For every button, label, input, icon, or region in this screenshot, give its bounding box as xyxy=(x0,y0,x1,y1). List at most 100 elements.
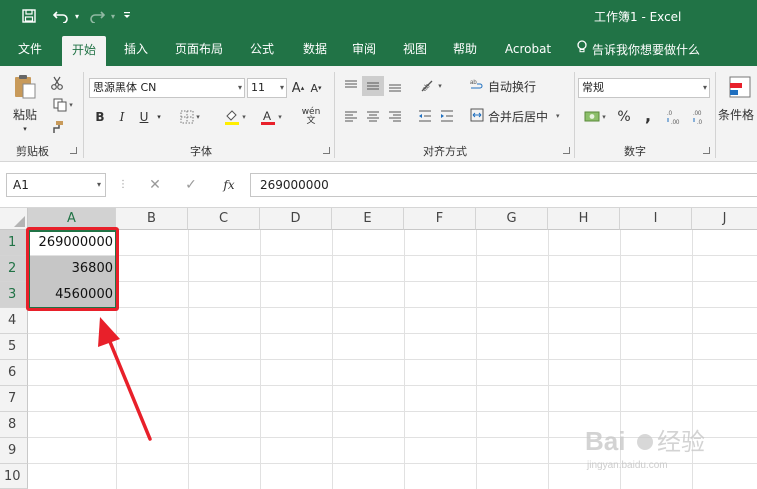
number-format-select[interactable]: 常规 ▾ xyxy=(578,78,710,98)
underline-dropdown-icon[interactable]: ▾ xyxy=(154,108,164,126)
phonetic-guide-button[interactable]: wén 文 xyxy=(298,106,324,128)
save-icon[interactable] xyxy=(18,6,40,26)
alignment-launcher-icon[interactable] xyxy=(563,147,570,154)
tell-me-label: 告诉我你想要做什么 xyxy=(592,42,701,57)
tab-insert[interactable]: 插入 xyxy=(114,33,158,66)
column-header-h[interactable]: H xyxy=(548,208,620,230)
wrap-text-label: 自动换行 xyxy=(488,79,537,94)
svg-text:ab: ab xyxy=(421,83,432,93)
column-header-c[interactable]: C xyxy=(188,208,260,230)
wrap-text-button[interactable]: ab 自动换行 xyxy=(470,76,542,96)
formula-input[interactable]: 269000000 xyxy=(250,173,757,197)
decrease-decimal-icon[interactable]: .00 .0 xyxy=(690,106,712,128)
increase-font-size-button[interactable]: A ▴ xyxy=(290,78,306,98)
row-header-5[interactable]: 5 xyxy=(0,334,28,360)
tell-me-search[interactable]: 告诉我你想要做什么 xyxy=(576,33,706,66)
svg-text:.00: .00 xyxy=(671,120,680,126)
bold-button[interactable]: B xyxy=(92,108,108,126)
merge-center-button[interactable]: 合并后居中 ▾ xyxy=(470,106,570,126)
cut-icon[interactable] xyxy=(48,74,66,92)
column-header-g[interactable]: G xyxy=(476,208,548,230)
gridline xyxy=(28,281,757,282)
tab-view[interactable]: 视图 xyxy=(393,33,437,66)
name-box[interactable]: A1 ▾ xyxy=(6,173,106,197)
align-left-icon[interactable] xyxy=(342,106,360,126)
enter-entry-icon[interactable]: ✓ xyxy=(176,174,206,196)
italic-button[interactable]: I xyxy=(114,108,130,126)
increase-decimal-icon[interactable]: .0 .00 xyxy=(664,106,686,128)
row-header-2[interactable]: 2 xyxy=(0,256,28,282)
column-header-b[interactable]: B xyxy=(116,208,188,230)
row-header-9[interactable]: 9 xyxy=(0,438,28,464)
clipboard-launcher-icon[interactable] xyxy=(70,147,77,154)
decrease-font-size-button[interactable]: A ▾ xyxy=(308,78,324,98)
tab-page-layout[interactable]: 页面布局 xyxy=(168,33,230,66)
increase-indent-icon[interactable] xyxy=(438,106,456,126)
orientation-icon[interactable]: ab ▾ xyxy=(416,76,446,96)
row-header-1[interactable]: 1 xyxy=(0,230,28,256)
paste-dropdown-icon[interactable]: ▾ xyxy=(18,124,32,134)
redo-dropdown-icon[interactable]: ▾ xyxy=(108,6,118,26)
format-painter-icon[interactable] xyxy=(48,118,66,136)
paste-label: 粘贴 xyxy=(12,107,37,122)
group-separator xyxy=(334,72,335,158)
copy-icon[interactable]: ▾ xyxy=(48,96,78,114)
undo-icon[interactable] xyxy=(50,6,72,26)
clipboard-group-label: 剪贴板 xyxy=(16,145,49,158)
font-color-button[interactable]: A ▾ xyxy=(256,106,286,128)
formula-bar-grip[interactable]: ⋮ xyxy=(118,177,128,193)
gridline xyxy=(28,463,757,464)
title-bar: ▾ ▾ 工作簿1 - Excel xyxy=(0,0,757,33)
customize-quick-access-icon[interactable] xyxy=(120,6,134,26)
column-header-f[interactable]: F xyxy=(404,208,476,230)
percent-style-button[interactable]: % xyxy=(614,106,634,128)
number-group-label: 数字 xyxy=(624,145,646,158)
tab-data[interactable]: 数据 xyxy=(293,33,337,66)
font-size-select[interactable]: 11 ▾ xyxy=(247,78,287,98)
align-center-icon[interactable] xyxy=(364,106,382,126)
accounting-format-button[interactable]: ▾ xyxy=(578,106,612,128)
row-header-3[interactable]: 3 xyxy=(0,282,28,308)
tab-review[interactable]: 审阅 xyxy=(342,33,386,66)
row-header-7[interactable]: 7 xyxy=(0,386,28,412)
decrease-indent-icon[interactable] xyxy=(416,106,434,126)
tab-file[interactable]: 文件 xyxy=(8,33,52,66)
underline-button[interactable]: U xyxy=(136,108,152,126)
align-middle-icon[interactable] xyxy=(362,76,384,96)
conditional-formatting-icon[interactable] xyxy=(726,74,754,100)
row-header-6[interactable]: 6 xyxy=(0,360,28,386)
comma-style-button[interactable]: , xyxy=(638,104,658,126)
font-family-select[interactable]: 思源黑体 CN ▾ xyxy=(89,78,245,98)
align-bottom-icon[interactable] xyxy=(386,76,404,96)
undo-dropdown-icon[interactable]: ▾ xyxy=(72,6,82,26)
number-launcher-icon[interactable] xyxy=(703,147,710,154)
conditional-formatting-button[interactable]: 条件格 xyxy=(718,104,757,124)
tab-acrobat[interactable]: Acrobat xyxy=(500,33,556,66)
row-header-4[interactable]: 4 xyxy=(0,308,28,334)
fill-color-button[interactable]: ▾ xyxy=(220,106,250,128)
redo-icon[interactable] xyxy=(86,6,108,26)
column-header-e[interactable]: E xyxy=(332,208,404,230)
column-header-d[interactable]: D xyxy=(260,208,332,230)
tab-home[interactable]: 开始 xyxy=(62,36,106,66)
borders-button[interactable]: ▾ xyxy=(176,108,204,126)
tab-formulas[interactable]: 公式 xyxy=(240,33,284,66)
column-header-i[interactable]: I xyxy=(620,208,692,230)
insert-function-icon[interactable]: fx xyxy=(214,174,244,196)
align-top-icon[interactable] xyxy=(342,76,360,96)
group-separator xyxy=(83,72,84,158)
cancel-entry-icon[interactable]: ✕ xyxy=(140,174,170,196)
row-header-10[interactable]: 10 xyxy=(0,464,28,489)
column-header-j[interactable]: J xyxy=(692,208,757,230)
align-right-icon[interactable] xyxy=(386,106,404,126)
paste-button[interactable]: 粘贴 xyxy=(8,104,42,124)
svg-text:.0: .0 xyxy=(667,111,673,117)
group-separator xyxy=(715,72,716,158)
worksheet-grid[interactable]: A B C D E F G H I J 1 2 3 4 5 6 7 8 9 10… xyxy=(0,208,757,489)
row-header-8[interactable]: 8 xyxy=(0,412,28,438)
font-launcher-icon[interactable] xyxy=(323,147,330,154)
paste-icon[interactable] xyxy=(8,72,42,102)
tab-help[interactable]: 帮助 xyxy=(443,33,487,66)
select-all-button[interactable] xyxy=(0,208,28,230)
annotation-highlight-box xyxy=(26,227,119,311)
